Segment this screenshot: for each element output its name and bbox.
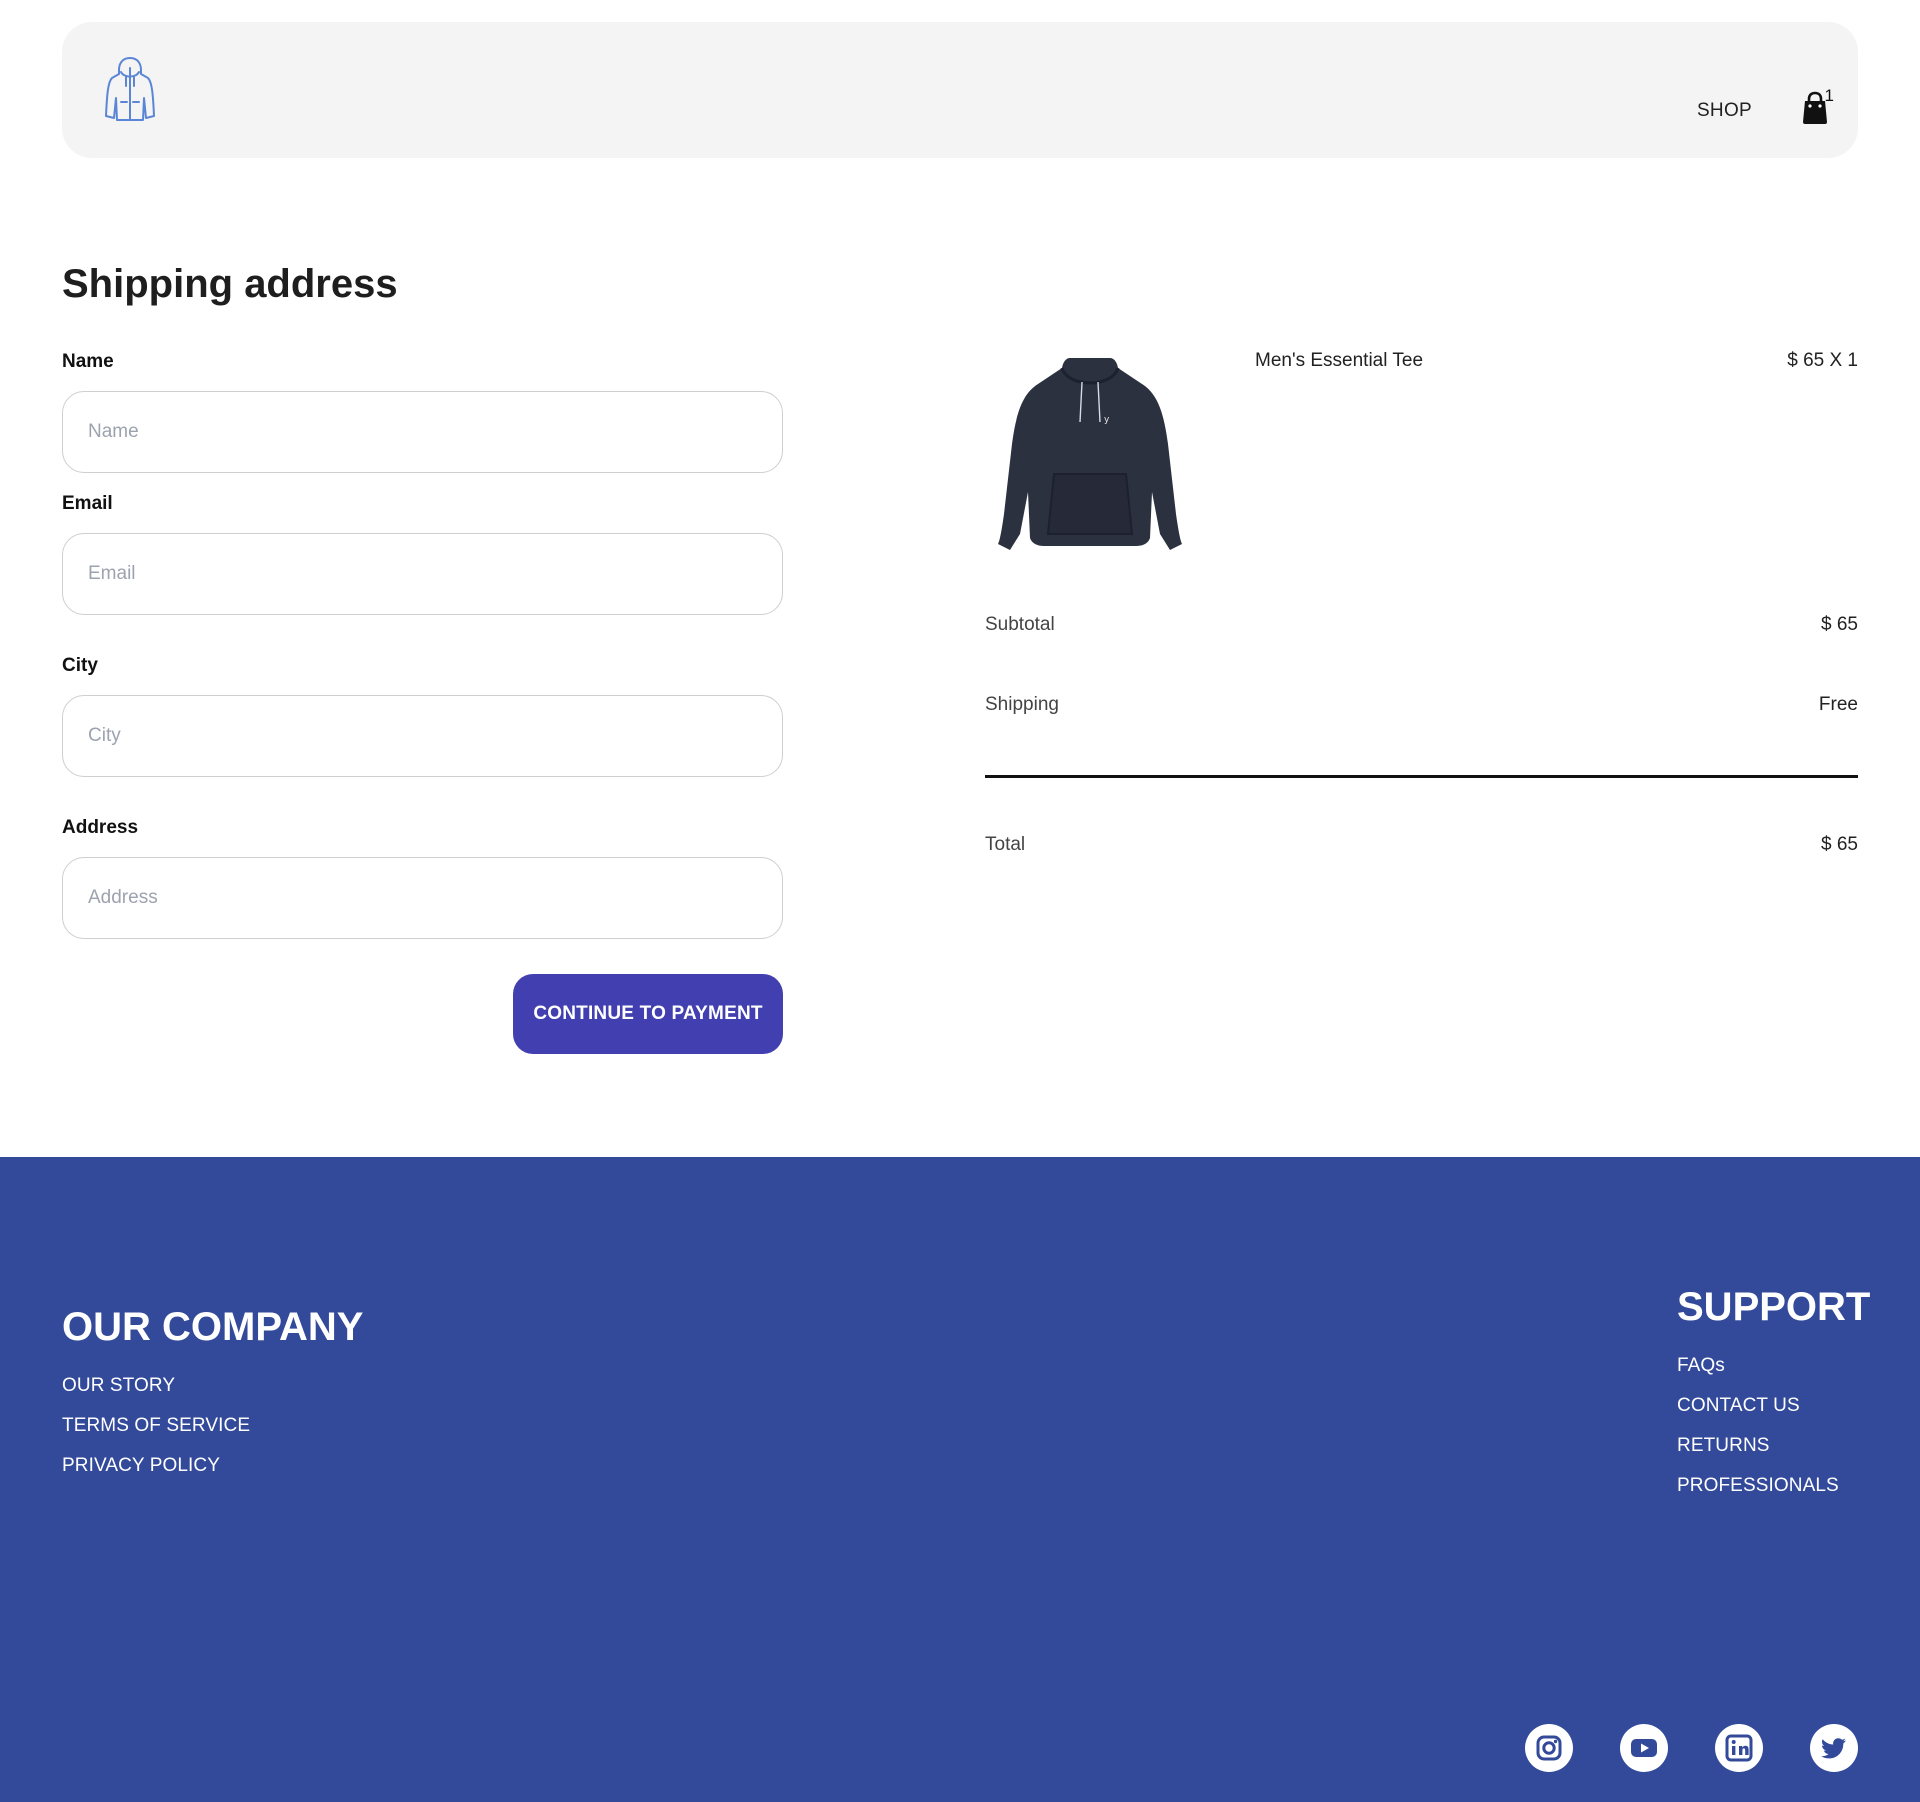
product-price-quantity: $ 65 X 1 <box>1787 350 1858 371</box>
page-title: Shipping address <box>62 262 398 306</box>
total-value: $ 65 <box>1821 834 1858 855</box>
cart-count-badge: 1 <box>1824 86 1834 105</box>
support-heading: SUPPORT <box>1677 1285 1871 1329</box>
our-company-heading: OUR COMPANY <box>62 1305 364 1349</box>
site-header: SHOP 1 <box>62 22 1858 158</box>
hoodie-logo-icon[interactable] <box>102 54 158 124</box>
twitter-icon[interactable] <box>1810 1724 1858 1772</box>
our-story-link[interactable]: OUR STORY <box>62 1375 175 1397</box>
subtotal-label: Subtotal <box>985 614 1055 635</box>
continue-to-payment-button[interactable]: CONTINUE TO PAYMENT <box>513 974 783 1054</box>
city-input[interactable] <box>62 695 783 777</box>
privacy-policy-link[interactable]: PRIVACY POLICY <box>62 1455 220 1477</box>
total-label: Total <box>985 834 1026 855</box>
linkedin-icon[interactable] <box>1715 1724 1763 1772</box>
contact-us-link[interactable]: CONTACT US <box>1677 1395 1800 1417</box>
address-input[interactable] <box>62 857 783 939</box>
name-label: Name <box>62 351 114 372</box>
youtube-icon[interactable] <box>1620 1724 1668 1772</box>
svg-text:y: y <box>1104 415 1110 425</box>
dark-hoodie-image: y <box>998 358 1182 550</box>
shipping-value: Free <box>1818 694 1858 715</box>
returns-link[interactable]: RETURNS <box>1677 1435 1770 1457</box>
city-label: City <box>62 655 98 676</box>
product-name: Men's Essential Tee <box>1255 350 1424 371</box>
summary-divider <box>985 775 1858 778</box>
site-footer: OUR COMPANY OUR STORY TERMS OF SERVICE P… <box>0 1157 1920 1802</box>
subtotal-value: $ 65 <box>1821 614 1858 635</box>
name-input[interactable] <box>62 391 783 473</box>
email-label: Email <box>62 493 113 514</box>
terms-of-service-link[interactable]: TERMS OF SERVICE <box>62 1415 250 1437</box>
instagram-icon[interactable] <box>1525 1724 1573 1772</box>
shipping-label: Shipping <box>985 694 1059 715</box>
email-input[interactable] <box>62 533 783 615</box>
professionals-link[interactable]: PROFESSIONALS <box>1677 1475 1839 1497</box>
nav-shop-link[interactable]: SHOP <box>1697 100 1752 122</box>
address-label: Address <box>62 817 139 838</box>
faqs-link[interactable]: FAQs <box>1677 1355 1725 1377</box>
